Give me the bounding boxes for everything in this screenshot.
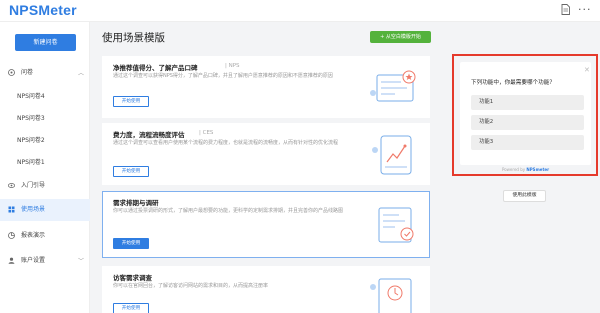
- eye-icon: [8, 183, 15, 188]
- preview-option[interactable]: 功能1: [471, 95, 584, 110]
- survey-preview-card: ✕ 下列功能中，你最需要哪个功能？ 功能1 功能2 功能3: [460, 62, 591, 165]
- use-template-button[interactable]: 使用此模版: [503, 190, 546, 202]
- card-title: 需求排期与调研: [113, 199, 159, 207]
- survey-icon: [8, 69, 15, 76]
- card-title: 费力度，流程流畅度评估: [113, 131, 185, 139]
- more-icon[interactable]: ···: [578, 3, 592, 16]
- sidebar-item-scenarios[interactable]: 使用场景: [0, 199, 90, 221]
- chevron-down-icon: ﹀: [78, 258, 85, 265]
- template-preview: ✕ 下列功能中，你最需要哪个功能？ 功能1 功能2 功能3 Powered by…: [452, 54, 598, 176]
- chevron-up-icon: ︿: [78, 70, 85, 77]
- sidebar-item-account-settings[interactable]: 账户设置 ﹀: [0, 250, 90, 272]
- sidebar: 新建问卷 问卷 ︿ NPS问卷4 NPS问卷3 NPS问卷2 NPS问卷1 入门…: [0, 22, 90, 313]
- top-header: NPSMeter ···: [0, 0, 600, 22]
- card-title: 访客需求调查: [113, 274, 152, 282]
- close-icon[interactable]: ✕: [584, 66, 590, 74]
- start-using-button[interactable]: 开始使用: [113, 238, 149, 249]
- card-description: 通过这个调查可以获得NPS得分，了解产品口碑，并且了解用户愿意推荐的原因和不愿意…: [113, 73, 333, 79]
- page-title: 使用场景模版: [102, 32, 165, 44]
- card-title: 净推荐值得分、了解产品口碑: [113, 64, 198, 72]
- sidebar-item-nps1[interactable]: NPS问卷1: [0, 152, 90, 174]
- card-description: 通过这个调查可以查看用户使用某个流程的费力程度，也就是流程的流畅度，从而有针对性…: [113, 140, 339, 146]
- grid-icon: [8, 206, 15, 213]
- sidebar-item-nps4[interactable]: NPS问卷4: [0, 86, 90, 108]
- sidebar-item-onboarding[interactable]: 入门引导: [0, 175, 90, 197]
- card-tag: | CES: [199, 130, 214, 136]
- sidebar-item-surveys[interactable]: 问卷 ︿: [0, 62, 90, 84]
- card-tag: | NPS: [225, 63, 240, 69]
- visitor-illustration-icon: [370, 278, 412, 313]
- flow-illustration-icon: [372, 135, 412, 175]
- start-using-button[interactable]: 开始使用: [113, 96, 149, 107]
- powered-by-footer: Powered by NPSmeter: [501, 167, 550, 172]
- report-icon: [8, 232, 15, 239]
- card-description: 你可以在官网回台，了解访客访问网站的需求和目的，从而提高注册率: [113, 283, 269, 289]
- template-card-nps[interactable]: 净推荐值得分、了解产品口碑 | NPS 通过这个调查可以获得NPS得分，了解产品…: [102, 56, 430, 118]
- template-card-ces[interactable]: 费力度，流程流畅度评估 | CES 通过这个调查可以查看用户使用某个流程的费力程…: [102, 123, 430, 185]
- sidebar-item-nps3[interactable]: NPS问卷3: [0, 108, 90, 130]
- roadmap-illustration-icon: [378, 207, 414, 243]
- preview-question: 下列功能中，你最需要哪个功能？: [471, 80, 555, 86]
- start-using-button[interactable]: 开始使用: [113, 166, 149, 177]
- template-card-requirements[interactable]: 需求排期与调研 你可以通过投票调研的形式，了解用户最想要的功能，更科学的定制需求…: [102, 191, 430, 258]
- template-card-visitor[interactable]: 访客需求调查 你可以在官网回台，了解访客访问网站的需求和目的，从而提高注册率 开…: [102, 266, 430, 313]
- start-blank-template-button[interactable]: + 从空白模版开始: [370, 31, 431, 43]
- preview-option[interactable]: 功能2: [471, 115, 584, 130]
- start-using-button[interactable]: 开始使用: [113, 303, 149, 313]
- app-logo[interactable]: NPSMeter: [9, 2, 77, 18]
- sidebar-item-nps2[interactable]: NPS问卷2: [0, 130, 90, 152]
- nps-illustration-icon: [370, 70, 416, 102]
- preview-option[interactable]: 功能3: [471, 135, 584, 150]
- sidebar-item-report-demo[interactable]: 报表演示: [0, 225, 90, 247]
- document-icon[interactable]: [561, 4, 570, 15]
- user-icon: [8, 257, 15, 264]
- new-survey-button[interactable]: 新建问卷: [15, 34, 76, 51]
- card-description: 你可以通过投票调研的形式，了解用户最想要的功能，更科学的定制需求排期，并且完善你…: [113, 208, 344, 214]
